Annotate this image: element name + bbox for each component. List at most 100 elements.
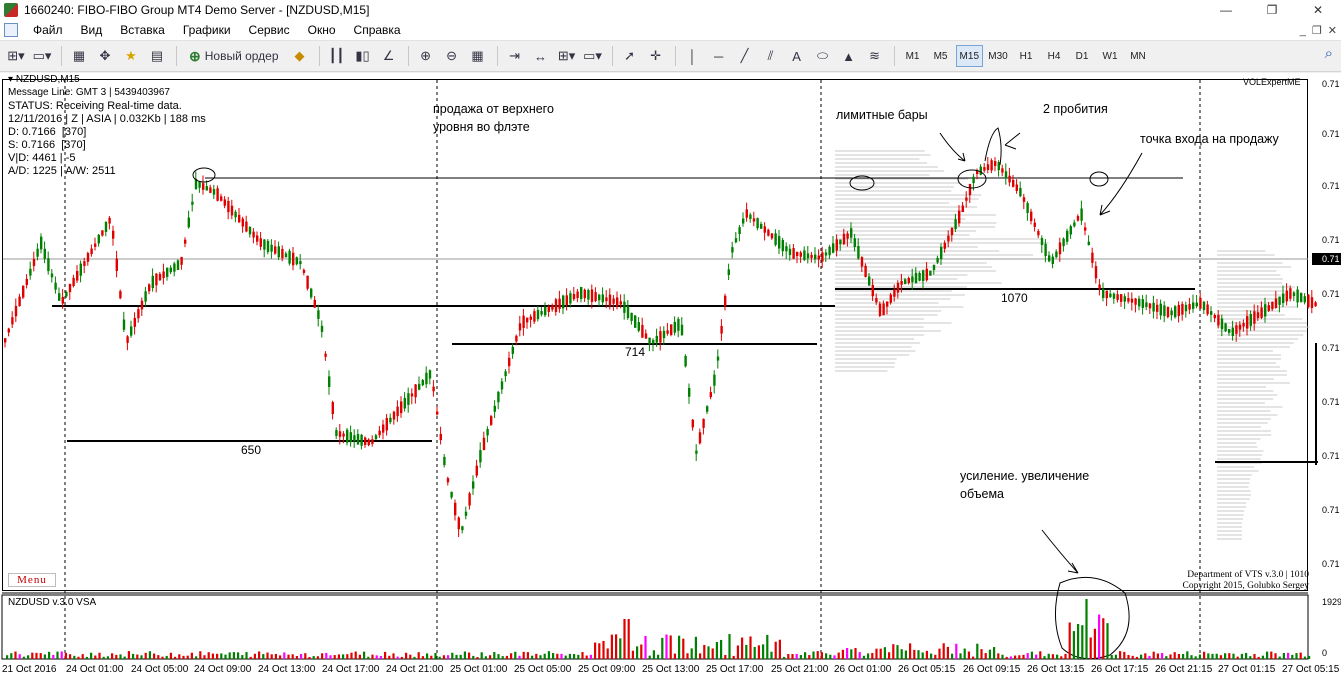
mdi-restore-button[interactable]: ❐ [1312,24,1322,37]
trendline-button[interactable]: ╱ [733,44,757,68]
timeframe-w1-button[interactable]: W1 [1097,45,1123,67]
ellipse-tool-button[interactable]: ⬭ [811,44,835,68]
indicators-button[interactable]: ⊞▾ [555,44,579,68]
volume-bar [1303,656,1306,659]
menu-tools[interactable]: Сервис [240,20,299,41]
annotation-entry-point: точка входа на продажу [1140,132,1279,146]
timeframe-m15-button[interactable]: M15 [955,45,983,67]
time-tick-label: 27 Oct 01:15 [1218,664,1276,675]
menu-help[interactable]: Справка [345,20,410,41]
current-price-label: 0.71 [1312,253,1341,265]
candle-body [986,164,990,170]
volume-bar [917,650,920,659]
mdi-minimize-button[interactable]: _ [1300,25,1306,37]
annotation-strengthening: усиление. увеличение объема [960,469,1090,501]
candle-body [1098,284,1101,289]
market-watch-button[interactable]: ▦ [67,44,91,68]
channel-button[interactable]: ⫽ [759,44,783,68]
candle-body [709,392,712,398]
candle-body [565,295,568,306]
volume-bar [85,656,88,659]
menu-charts[interactable]: Графики [174,20,240,41]
triangle-tool-button[interactable]: ▲ [837,44,861,68]
line-chart-button[interactable]: ∠ [377,44,401,68]
volume-bar [94,655,97,659]
chart-document-icon[interactable] [4,23,18,37]
profiles-button[interactable]: ▭▾ [30,44,54,68]
candle-body [1001,168,1004,173]
candle-body [486,428,489,436]
candle-body [223,199,226,206]
volume-bar [274,653,277,659]
bar-chart-button[interactable]: ┃┃ [325,44,349,68]
candle-body [112,230,115,239]
volume-bar [552,653,555,659]
restore-button[interactable]: ❐ [1249,0,1295,20]
volume-bar [258,651,261,659]
navigator-button[interactable]: ✥ [93,44,117,68]
timeframe-mn-button[interactable]: MN [1125,45,1151,67]
autoscroll-button[interactable]: ↔ [529,44,553,68]
volume-bar [791,654,794,659]
horizontal-line-button[interactable]: ─ [707,44,731,68]
chart-shift-button[interactable]: ⇥ [503,44,527,68]
timeframe-d1-button[interactable]: D1 [1069,45,1095,67]
timeframe-h4-button[interactable]: H4 [1041,45,1067,67]
candle-body [162,271,165,278]
mdi-close-button[interactable]: ✕ [1328,24,1337,37]
timeframe-h1-button[interactable]: H1 [1013,45,1039,67]
candlestick-button[interactable]: ▮▯ [351,44,375,68]
zoom-in-button[interactable]: ⊕ [414,44,438,68]
candle-body [576,291,579,299]
candle-body [886,301,889,307]
volume-bar [195,656,198,659]
volume-bar [161,656,164,659]
autotrading-button[interactable]: ◆ [288,44,312,68]
candle-body [284,253,288,258]
terminal-button[interactable]: ▤ [145,44,169,68]
time-axis[interactable]: 21 Oct 2016 24 Oct 01:00 24 Oct 05:00 24 Oc… [0,661,1341,683]
volume-bar [337,654,340,659]
candle-body [173,263,176,272]
candle-body [677,318,680,331]
candle-body [875,298,878,303]
fibo-tool-button[interactable]: ≋ [863,44,887,68]
indicator-menu-button[interactable]: Menu [8,573,56,587]
volume-bar [1173,652,1176,659]
volume-bar [951,653,954,659]
tile-windows-button[interactable]: ▦ [466,44,490,68]
volume-bar [988,649,991,659]
volume-bar [543,653,546,659]
candle-body [18,296,21,307]
timeframe-m1-button[interactable]: M1 [900,45,926,67]
volume-bar [661,637,664,659]
close-button[interactable]: ✕ [1295,0,1341,20]
price-tick: 0.71 [1322,505,1340,515]
text-tool-button[interactable]: A [785,44,809,68]
candle-body [925,268,928,281]
price-chart[interactable] [0,73,1341,661]
crosshair-tool-button[interactable]: ✛ [644,44,668,68]
timeframe-m30-button[interactable]: M30 [985,45,1011,67]
timeframe-m5-button[interactable]: M5 [928,45,954,67]
search-icon[interactable]: ⌕ [1325,45,1333,62]
zoom-out-button[interactable]: ⊖ [440,44,464,68]
chart-window[interactable]: ▾ NZDUSD,M15 Message Line: GMT 3 | 54394… [0,73,1341,661]
menu-file[interactable]: Файл [24,20,72,41]
volume-bar [1102,618,1105,659]
new-chart-button[interactable]: ⊞▾ [4,44,28,68]
favorites-button[interactable]: ★ [119,44,143,68]
volume-bar [913,649,916,659]
cursor-tool-button[interactable]: ➚ [618,44,642,68]
menu-window[interactable]: Окно [299,20,345,41]
menu-view[interactable]: Вид [72,20,112,41]
templates-button[interactable]: ▭▾ [581,44,605,68]
candle-body [209,187,212,193]
new-order-button[interactable]: ⊕ Новый ордер [182,44,286,68]
menu-insert[interactable]: Вставка [111,20,174,41]
triangle-icon: ▲ [842,48,855,64]
price-axis[interactable]: 0.71 0.71 0.71 0.71 0.71 0.71 0.71 0.71 … [1310,79,1341,659]
vertical-line-button[interactable]: │ [681,44,705,68]
minimize-button[interactable]: — [1203,0,1249,20]
candle-body [407,393,410,405]
